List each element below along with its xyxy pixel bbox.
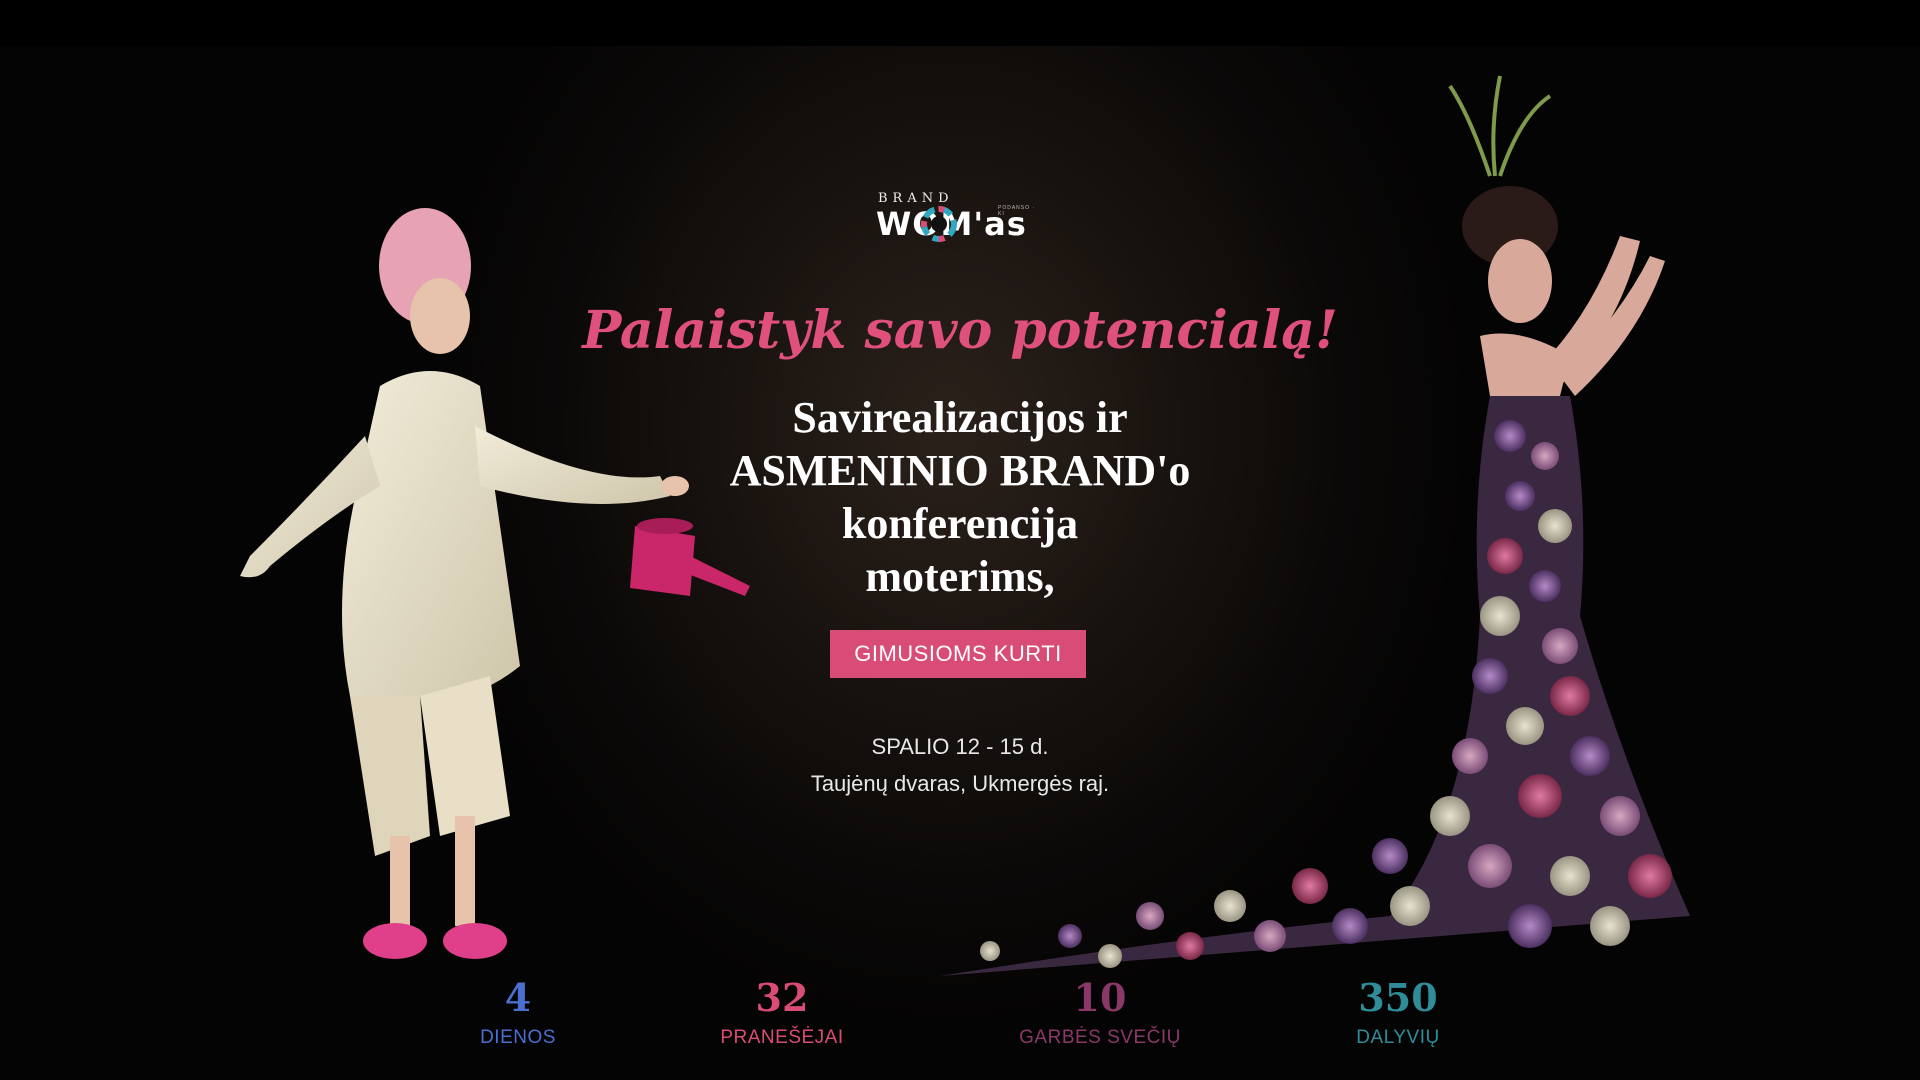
stat-label: DALYVIŲ [1356, 1027, 1440, 1048]
stat-days: 4 DIENOS [408, 975, 628, 1049]
headline-line: moterims, [865, 552, 1055, 601]
event-info: SPALIO 12 - 15 d. Taujėnų dvaras, Ukmerg… [660, 728, 1260, 802]
stat-speakers: 32 PRANEŠĖJAI [672, 975, 892, 1049]
stat-honor-guests: 10 GARBĖS SVEČIŲ [990, 975, 1210, 1049]
hero-section: BRAND WOM'as PODANSO · KI Palaistyk savo… [0, 46, 1920, 1080]
logo-brand-text: BRAND [878, 191, 954, 206]
logo-ring-icon [921, 206, 957, 242]
stat-label: GARBĖS SVEČIŲ [1019, 1027, 1181, 1048]
event-location: Taujėnų dvaras, Ukmergės raj. [810, 771, 1110, 796]
headline-line: konferencija [841, 499, 1079, 548]
stat-label: PRANEŠĖJAI [720, 1027, 844, 1048]
gimusioms-kurti-button[interactable]: GIMUSIOMS KURTI [830, 630, 1086, 678]
event-date: SPALIO 12 - 15 d. [871, 734, 1049, 759]
stat-number: 10 [1073, 975, 1127, 1020]
headline-line: ASMENINIO BRAND'o [729, 446, 1191, 495]
brand-womas-logo[interactable]: BRAND WOM'as PODANSO · KI [876, 191, 1040, 255]
stat-number: 350 [1358, 975, 1438, 1020]
stat-participants: 350 DALYVIŲ [1288, 975, 1508, 1049]
hero-headline: Savirealizacijos ir ASMENINIO BRAND'o ko… [660, 391, 1260, 603]
hero-tagline: Palaistyk savo potencialą! [582, 300, 1338, 361]
stats-row: 4 DIENOS 32 PRANEŠĖJAI 10 GARBĖS SVEČIŲ … [0, 975, 1920, 1075]
top-black-bar [0, 0, 1920, 46]
stat-number: 32 [755, 975, 809, 1020]
stat-number: 4 [504, 975, 532, 1020]
headline-line: Savirealizacijos ir [792, 393, 1128, 442]
logo-small-text: PODANSO · KI [998, 205, 1036, 217]
stat-label: DIENOS [480, 1027, 556, 1048]
